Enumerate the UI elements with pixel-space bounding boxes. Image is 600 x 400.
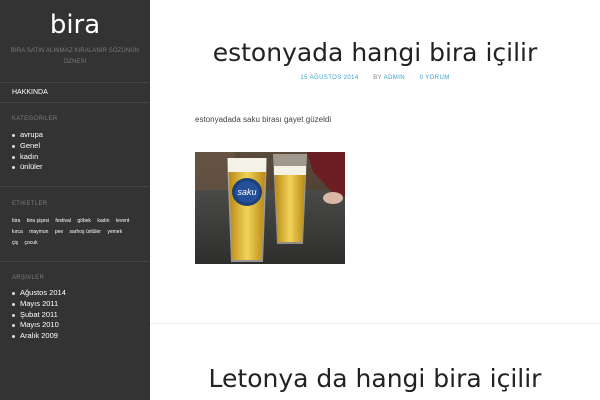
divider xyxy=(0,82,150,83)
category-item[interactable]: Genel xyxy=(12,141,43,152)
post-author[interactable]: admin xyxy=(384,75,405,81)
divider xyxy=(0,261,150,262)
tag-link[interactable]: maymun xyxy=(29,229,48,235)
category-item[interactable]: avrupa xyxy=(12,130,43,141)
post-excerpt: estonyadada saku birası gayet güzeldi xyxy=(195,115,332,124)
post-by-label: by xyxy=(373,75,382,81)
post-meta: 15 Ağustos 2014 · by admin · 0 Yorum xyxy=(150,75,600,81)
tags-widget-title: Etiketler xyxy=(12,201,48,207)
tag-link[interactable]: pee xyxy=(55,229,63,235)
tag-link[interactable]: göbek xyxy=(77,218,91,224)
tag-link[interactable]: yemek xyxy=(107,229,122,235)
post-title[interactable]: Letonya da hangi bira içilir xyxy=(150,364,600,393)
site-title[interactable]: bira xyxy=(0,10,150,40)
site-description: bira satın alınmaz kiralanır sözünün özn… xyxy=(10,48,140,65)
tag-link[interactable]: bira xyxy=(12,218,20,224)
post-title[interactable]: estonyada hangi bira içilir xyxy=(150,38,600,67)
category-item[interactable]: kadın xyxy=(12,152,43,163)
archive-item[interactable]: Mayıs 2011 xyxy=(12,299,66,310)
divider xyxy=(0,186,150,187)
post-divider xyxy=(150,323,600,324)
archive-item[interactable]: Ağustos 2014 xyxy=(12,288,66,299)
archive-item[interactable]: Şubat 2011 xyxy=(12,310,66,321)
tag-link[interactable]: kırca xyxy=(12,229,23,235)
tag-link[interactable]: çocuk xyxy=(25,240,38,246)
post-date[interactable]: 15 Ağustos 2014 xyxy=(300,75,358,81)
archive-item[interactable]: Mayıs 2010 xyxy=(12,320,66,331)
tag-link[interactable]: levent xyxy=(116,218,129,224)
category-item[interactable]: ünlüler xyxy=(12,162,43,173)
tag-link[interactable]: çiş xyxy=(12,240,18,246)
post-image-beer-glasses: saku xyxy=(195,152,345,264)
archives-list: Ağustos 2014 Mayıs 2011 Şubat 2011 Mayıs… xyxy=(12,288,66,342)
menu-item-hakkinda[interactable]: Hakkında xyxy=(12,89,48,96)
divider xyxy=(0,102,150,103)
tag-link[interactable]: sarhoş ünlüler xyxy=(70,229,101,235)
post-comments-link[interactable]: 0 Yorum xyxy=(420,75,450,81)
tag-link[interactable]: kadın xyxy=(97,218,109,224)
tag-link[interactable]: bira şişesi xyxy=(27,218,49,224)
glass-logo: saku xyxy=(237,187,256,197)
categories-widget-title: Kategoriler xyxy=(12,116,58,122)
archive-item[interactable]: Aralık 2009 xyxy=(12,331,66,342)
meta-separator: · xyxy=(411,75,414,81)
categories-list: avrupa Genel kadın ünlüler xyxy=(12,130,43,173)
tag-cloud: bira bira şişesi festival göbek kadın le… xyxy=(12,216,138,249)
meta-separator: · xyxy=(364,75,368,81)
archives-widget-title: Arşivler xyxy=(12,275,45,281)
sidebar: bira bira satın alınmaz kiralanır sözünü… xyxy=(0,0,150,400)
tag-link[interactable]: festival xyxy=(55,218,71,224)
